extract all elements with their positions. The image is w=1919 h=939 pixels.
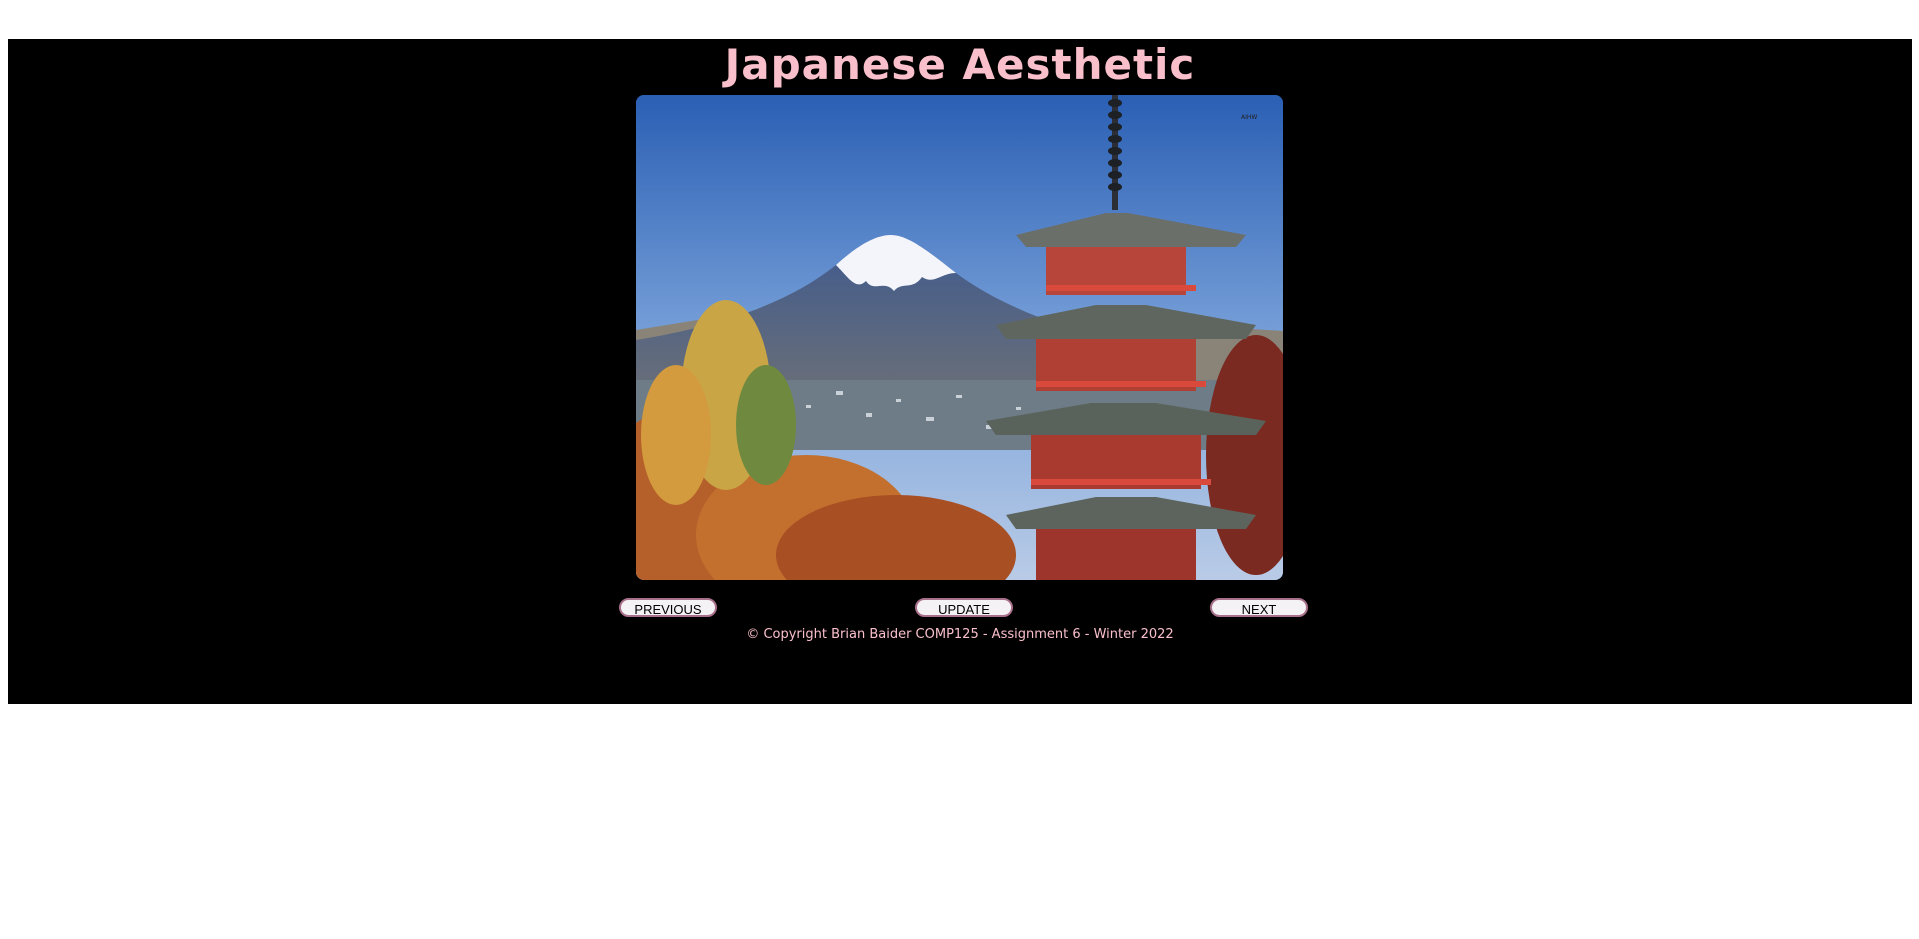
next-button[interactable]: NEXT <box>1210 598 1308 617</box>
update-button[interactable]: UPDATE <box>915 598 1013 617</box>
fuji-pagoda-illustration: AIHW <box>636 95 1283 580</box>
image-watermark: AIHW <box>1241 114 1257 121</box>
previous-button[interactable]: PREVIOUS <box>619 598 717 617</box>
slideshow-image: AIHW <box>636 95 1283 580</box>
page-stage: Japanese Aesthetic AIHW PREVIOUS UPDATE … <box>8 39 1912 704</box>
page-title: Japanese Aesthetic <box>724 40 1196 89</box>
footer-copyright: © Copyright Brian Baider COMP125 - Assig… <box>746 627 1174 642</box>
